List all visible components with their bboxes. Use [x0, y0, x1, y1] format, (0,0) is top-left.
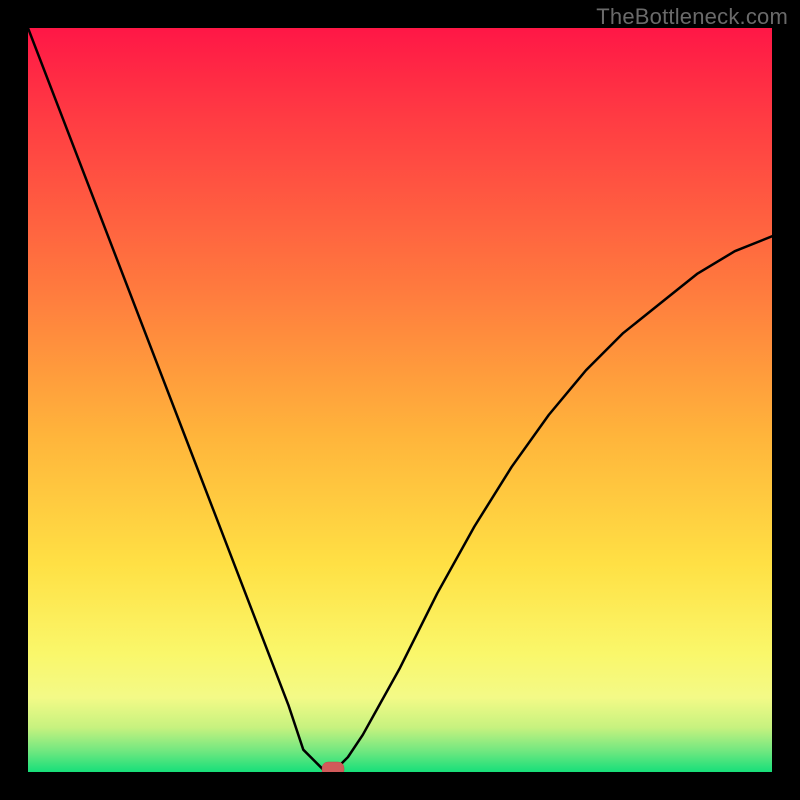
watermark-text: TheBottleneck.com [596, 4, 788, 30]
min-marker [322, 762, 344, 772]
plot-area [28, 28, 772, 772]
chart-container: TheBottleneck.com [0, 0, 800, 800]
chart-svg [28, 28, 772, 772]
gradient-background [28, 28, 772, 772]
